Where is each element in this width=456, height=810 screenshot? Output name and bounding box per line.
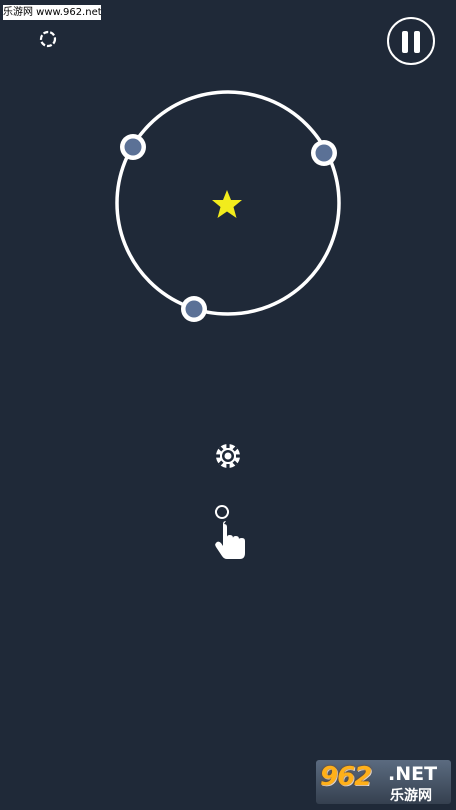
orbit-node [181, 296, 207, 322]
tap-hand-icon [215, 505, 245, 559]
pause-button[interactable] [387, 17, 435, 65]
pause-icon [402, 31, 408, 53]
pause-icon [414, 31, 420, 53]
badge-cn: 乐游网 [390, 788, 432, 804]
badge-number: 962 [320, 762, 372, 792]
orbit-node [120, 134, 146, 160]
badge-net: .NET [388, 763, 438, 785]
restart-icon[interactable] [39, 30, 57, 48]
orbit-node [311, 140, 337, 166]
star-icon [212, 190, 242, 218]
game-stage [39, 30, 341, 559]
watermark-badge: 962 .NET 乐游网 [316, 760, 451, 804]
gear-icon [216, 444, 240, 468]
